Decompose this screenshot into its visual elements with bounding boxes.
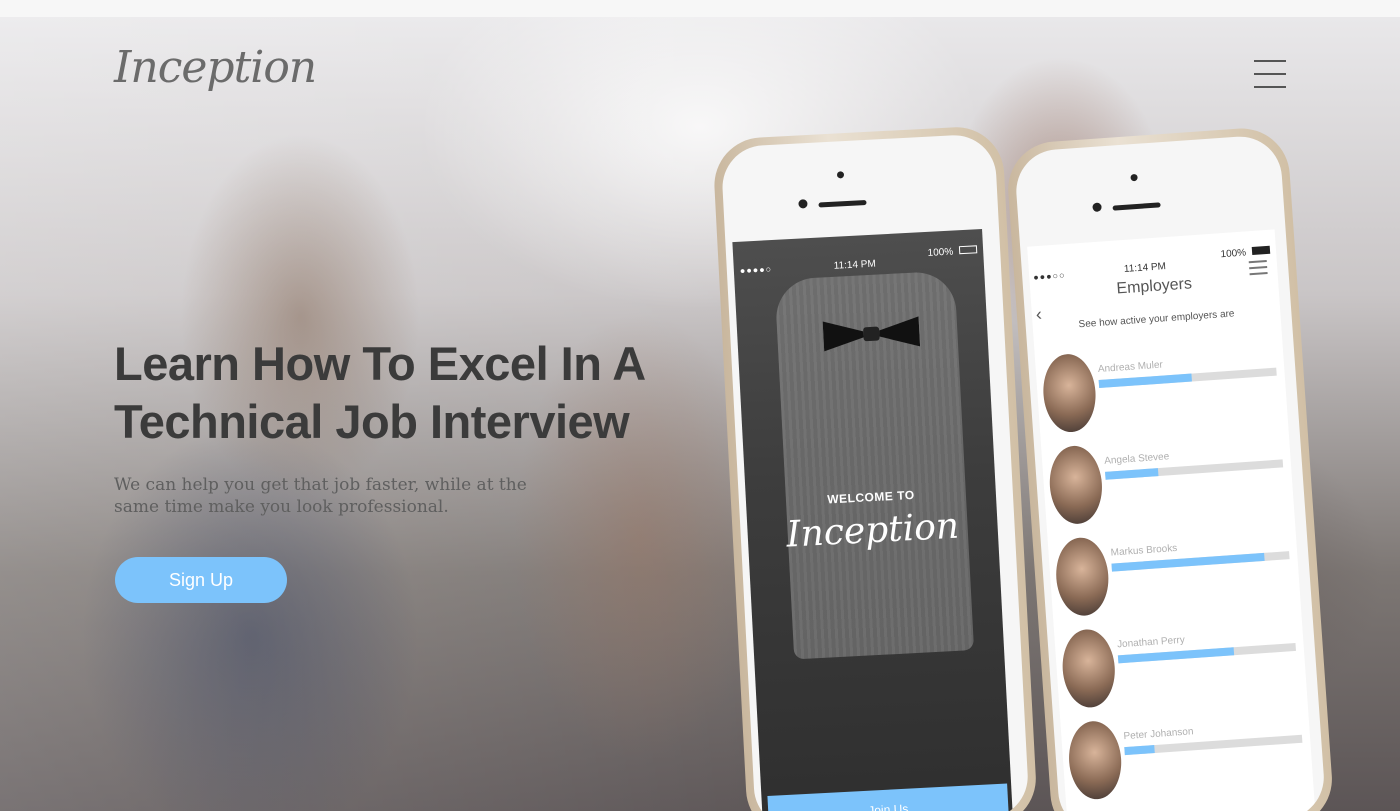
site-logo[interactable]: Inception xyxy=(114,42,317,93)
join-us-button[interactable]: Join Us xyxy=(767,783,1010,811)
employer-avatar xyxy=(1066,719,1124,801)
bowtie-icon xyxy=(822,316,921,352)
employer-row[interactable]: Peter Johanson xyxy=(1060,696,1314,801)
battery-percent: 100% xyxy=(927,246,954,259)
employer-row[interactable]: Andreas Muler xyxy=(1034,329,1288,434)
hamburger-menu-icon[interactable] xyxy=(1254,60,1286,88)
employer-avatar xyxy=(1040,352,1099,434)
activity-bar-fill xyxy=(1124,745,1156,756)
sign-up-button[interactable]: Sign Up xyxy=(115,557,287,603)
camera-icon xyxy=(1092,202,1102,213)
speaker-grille xyxy=(818,200,867,208)
activity-bar-fill xyxy=(1117,647,1234,664)
phone-body: ●●●○○ 11:14 PM 100% ‹ Employers See how … xyxy=(1013,133,1327,811)
activity-bar-fill xyxy=(1105,468,1159,480)
employer-row[interactable]: Angela Stevee xyxy=(1041,421,1295,526)
subtext-line-1: We can help you get that job faster, whi… xyxy=(114,475,527,495)
front-camera-icon xyxy=(836,171,845,179)
employer-name: Peter Johanson xyxy=(1123,726,1194,743)
employer-avatar xyxy=(1053,535,1111,618)
phone-mockup-employers: ●●●○○ 11:14 PM 100% ‹ Employers See how … xyxy=(1005,125,1336,811)
signal-icon: ●●●●○ xyxy=(739,264,773,276)
phone-body: ●●●●○ 11:14 PM 100% WELCOME TO Inception… xyxy=(720,133,1030,811)
employer-avatar xyxy=(1060,627,1118,710)
hero-subtext: We can help you get that job faster, whi… xyxy=(114,474,574,518)
front-camera-icon xyxy=(1130,173,1138,182)
welcome-screen: ●●●●○ 11:14 PM 100% WELCOME TO Inception… xyxy=(732,228,1014,811)
status-time: 11:14 PM xyxy=(833,258,877,272)
employers-screen: ●●●○○ 11:14 PM 100% ‹ Employers See how … xyxy=(1027,229,1317,811)
employer-name: Andreas Muler xyxy=(1097,359,1164,376)
hero-headline: Learn How To Excel In A Technical Job In… xyxy=(114,335,674,451)
employer-row[interactable]: Jonathan Perry xyxy=(1053,604,1307,710)
employer-row[interactable]: Markus Brooks xyxy=(1047,513,1301,618)
employers-subtitle: See how active your employers are xyxy=(1078,308,1235,331)
status-bar: ●●●●○ 11:14 PM 100% xyxy=(732,229,984,282)
phone-mockup-welcome: ●●●●○ 11:14 PM 100% WELCOME TO Inception… xyxy=(712,124,1039,811)
activity-bar-fill xyxy=(1098,373,1192,389)
employer-name: Angela Stevee xyxy=(1103,451,1170,467)
speaker-grille xyxy=(1112,202,1161,211)
signal-icon: ●●●○○ xyxy=(1032,270,1066,283)
subtext-line-2: same time make you look professional. xyxy=(114,497,449,517)
headline-line-2: Technical Job Interview xyxy=(114,395,630,448)
headline-line-1: Learn How To Excel In A xyxy=(114,337,646,390)
camera-icon xyxy=(798,199,808,209)
battery-percent: 100% xyxy=(1220,247,1247,261)
employer-name: Jonathan Perry xyxy=(1116,634,1186,651)
battery-icon xyxy=(1251,245,1271,256)
employer-name: Markus Brooks xyxy=(1110,542,1178,559)
battery-icon xyxy=(958,245,978,255)
employer-avatar xyxy=(1047,444,1105,526)
status-time: 11:14 PM xyxy=(1123,261,1167,275)
top-strip xyxy=(0,0,1400,17)
